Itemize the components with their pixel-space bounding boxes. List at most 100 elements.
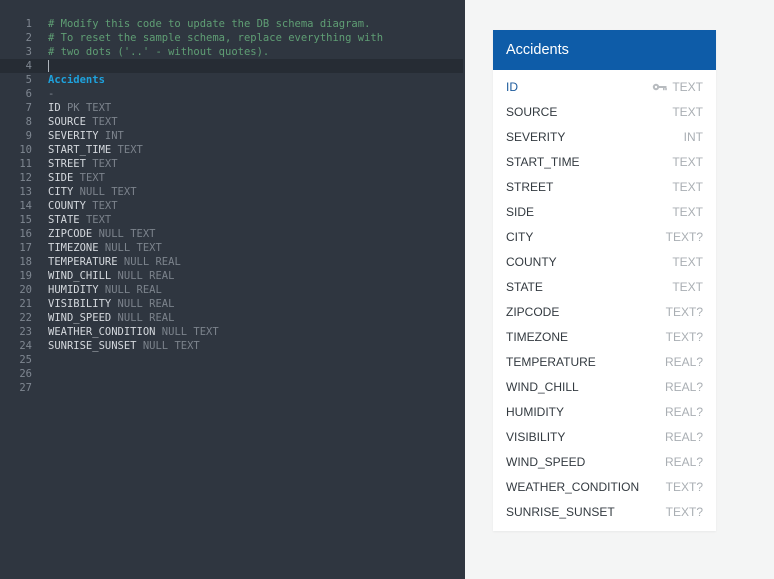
field-row[interactable]: TEMPERATURE REAL? xyxy=(493,350,716,375)
code-field-name: STATE xyxy=(48,214,80,226)
code-editor[interactable]: 1 # Modify this code to update the DB sch… xyxy=(0,0,463,579)
field-row[interactable]: WEATHER_CONDITION TEXT? xyxy=(493,475,716,500)
code-field-type: TEXT xyxy=(117,144,143,156)
code-line[interactable]: 12 SIDE TEXT xyxy=(0,171,463,185)
diagram-canvas[interactable]: Accidents ID TEXT SOURCE TEXT SEVERITY INT STA… xyxy=(465,0,774,579)
line-number: 11 xyxy=(19,158,32,170)
code-line[interactable]: 21 VISIBILITY NULL REAL xyxy=(0,297,463,311)
field-row[interactable]: HUMIDITY REAL? xyxy=(493,400,716,425)
field-type: REAL? xyxy=(665,425,703,450)
code-line[interactable]: 4 xyxy=(0,59,463,73)
code-comment: # two dots ('..' - without quotes). xyxy=(48,46,270,58)
field-row[interactable]: TIMEZONE TEXT? xyxy=(493,325,716,350)
field-name: ID xyxy=(506,80,518,94)
code-line[interactable]: 17 TIMEZONE NULL TEXT xyxy=(0,241,463,255)
field-row[interactable]: WIND_SPEED REAL? xyxy=(493,450,716,475)
field-row[interactable]: COUNTY TEXT xyxy=(493,250,716,275)
code-field-type: NULL TEXT xyxy=(98,228,156,240)
line-number: 25 xyxy=(19,354,32,366)
code-text: TEMPERATURE NULL REAL xyxy=(48,255,181,269)
line-number: 1 xyxy=(25,18,32,30)
field-type: TEXT? xyxy=(666,500,703,525)
code-text: WIND_CHILL NULL REAL xyxy=(48,269,174,283)
code-line[interactable]: 18 TEMPERATURE NULL REAL xyxy=(0,255,463,269)
code-line[interactable]: 16 ZIPCODE NULL TEXT xyxy=(0,227,463,241)
code-field-name: ID xyxy=(48,102,61,114)
code-line[interactable]: 14 COUNTY TEXT xyxy=(0,199,463,213)
field-row[interactable]: ZIPCODE TEXT? xyxy=(493,300,716,325)
field-name: SIDE xyxy=(506,205,535,219)
field-row[interactable]: VISIBILITY REAL? xyxy=(493,425,716,450)
code-line[interactable]: 9 SEVERITY INT xyxy=(0,129,463,143)
code-line[interactable]: 13 CITY NULL TEXT xyxy=(0,185,463,199)
code-field-name: WIND_SPEED xyxy=(48,312,112,324)
code-line[interactable]: 7 ID PK TEXT xyxy=(0,101,463,115)
code-text: # Modify this code to update the DB sche… xyxy=(48,17,370,31)
code-line[interactable]: 22 WIND_SPEED NULL REAL xyxy=(0,311,463,325)
code-field-type: NULL TEXT xyxy=(161,326,219,338)
field-row[interactable]: SEVERITY INT xyxy=(493,125,716,150)
code-field-name: SIDE xyxy=(48,172,74,184)
field-row[interactable]: SIDE TEXT xyxy=(493,200,716,225)
field-type-label: TEXT xyxy=(672,180,703,194)
code-text: # To reset the sample schema, replace ev… xyxy=(48,31,383,45)
field-row[interactable]: STREET TEXT xyxy=(493,175,716,200)
code-line[interactable]: 25 xyxy=(0,353,463,367)
code-line[interactable]: 24 SUNRISE_SUNSET NULL TEXT xyxy=(0,339,463,353)
code-line[interactable]: 1 # Modify this code to update the DB sch… xyxy=(0,17,463,31)
field-row[interactable]: ID TEXT xyxy=(493,75,716,100)
code-line[interactable]: 5 Accidents xyxy=(0,73,463,87)
code-field-type: NULL TEXT xyxy=(79,186,137,198)
code-line[interactable]: 6- xyxy=(0,87,463,101)
code-text: WEATHER_CONDITION NULL TEXT xyxy=(48,325,219,339)
field-type: TEXT xyxy=(652,75,703,100)
field-type: TEXT xyxy=(672,200,703,225)
code-field-type: NULL REAL xyxy=(123,256,181,268)
code-line[interactable]: 23 WEATHER_CONDITION NULL TEXT xyxy=(0,325,463,339)
line-number: 9 xyxy=(25,130,32,142)
code-line[interactable]: 8 SOURCE TEXT xyxy=(0,115,463,129)
line-number: 4 xyxy=(25,60,32,72)
field-row[interactable]: SOURCE TEXT xyxy=(493,100,716,125)
code-text: TIMEZONE NULL TEXT xyxy=(48,241,162,255)
field-name: HUMIDITY xyxy=(506,405,564,419)
code-line[interactable]: 2 # To reset the sample schema, replace e… xyxy=(0,31,463,45)
code-line[interactable]: 10 START_TIME TEXT xyxy=(0,143,463,157)
table-header[interactable]: Accidents xyxy=(493,30,716,70)
field-row[interactable]: CITY TEXT? xyxy=(493,225,716,250)
code-text: SUNRISE_SUNSET NULL TEXT xyxy=(48,339,200,353)
field-type-label: TEXT xyxy=(672,155,703,169)
code-field-type: NULL REAL xyxy=(117,298,175,310)
code-line[interactable]: 15 STATE TEXT xyxy=(0,213,463,227)
code-field-name: SEVERITY xyxy=(48,130,99,142)
line-number: 13 xyxy=(19,186,32,198)
code-line[interactable]: 20 HUMIDITY NULL REAL xyxy=(0,283,463,297)
field-row[interactable]: WIND_CHILL REAL? xyxy=(493,375,716,400)
code-line[interactable]: 11 STREET TEXT xyxy=(0,157,463,171)
field-type-label: TEXT xyxy=(672,105,703,119)
code-line[interactable]: 26 xyxy=(0,367,463,381)
field-type: TEXT xyxy=(672,150,703,175)
field-type: TEXT xyxy=(672,250,703,275)
code-line[interactable]: 3 # two dots ('..' - without quotes). xyxy=(0,45,463,59)
code-line[interactable]: 27 xyxy=(0,381,463,395)
code-line[interactable]: 19 WIND_CHILL NULL REAL xyxy=(0,269,463,283)
code-text: - xyxy=(48,87,54,101)
code-text: # two dots ('..' - without quotes). xyxy=(48,45,269,59)
line-number: 8 xyxy=(25,116,32,128)
field-row[interactable]: STATE TEXT xyxy=(493,275,716,300)
code-field-type: TEXT xyxy=(92,116,118,128)
code-lines[interactable]: 1 # Modify this code to update the DB sch… xyxy=(0,17,463,395)
line-number: 7 xyxy=(25,102,32,114)
code-text: WIND_SPEED NULL REAL xyxy=(48,311,174,325)
line-number: 26 xyxy=(19,368,32,380)
code-table-name: Accidents xyxy=(48,74,105,86)
field-type-label: REAL? xyxy=(664,355,703,369)
field-row[interactable]: SUNRISE_SUNSET TEXT? xyxy=(493,500,716,525)
field-type: REAL? xyxy=(665,450,703,475)
field-name: TIMEZONE xyxy=(506,330,568,344)
field-type: TEXT xyxy=(672,275,703,300)
field-row[interactable]: START_TIME TEXT xyxy=(493,150,716,175)
line-number: 19 xyxy=(19,270,32,282)
table-card-accidents[interactable]: Accidents ID TEXT SOURCE TEXT SEVERITY INT STA… xyxy=(493,30,716,531)
